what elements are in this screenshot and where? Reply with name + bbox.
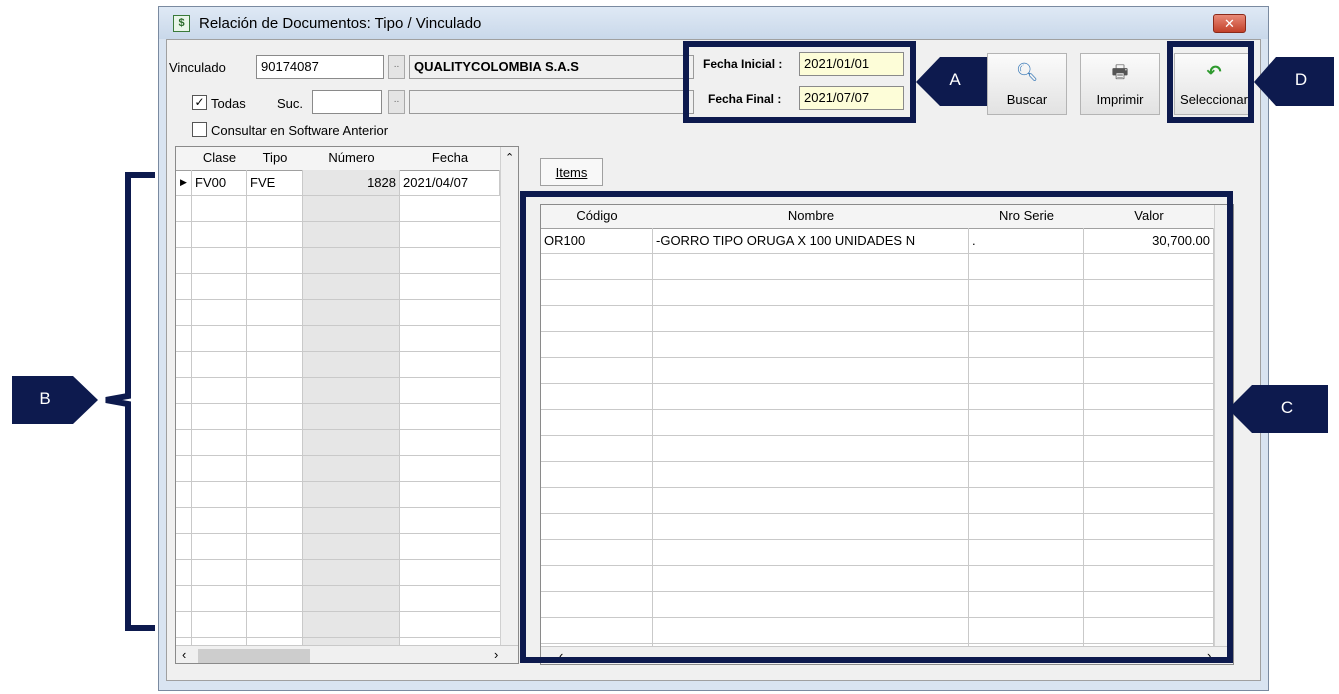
callout-d-label: D — [1286, 70, 1316, 90]
callout-b-label: B — [30, 389, 60, 409]
callout-c-label: C — [1270, 398, 1304, 418]
callout-a-label: A — [941, 70, 969, 90]
callout-b-bracket — [105, 172, 155, 631]
annotation-overlay — [12, 57, 1334, 631]
